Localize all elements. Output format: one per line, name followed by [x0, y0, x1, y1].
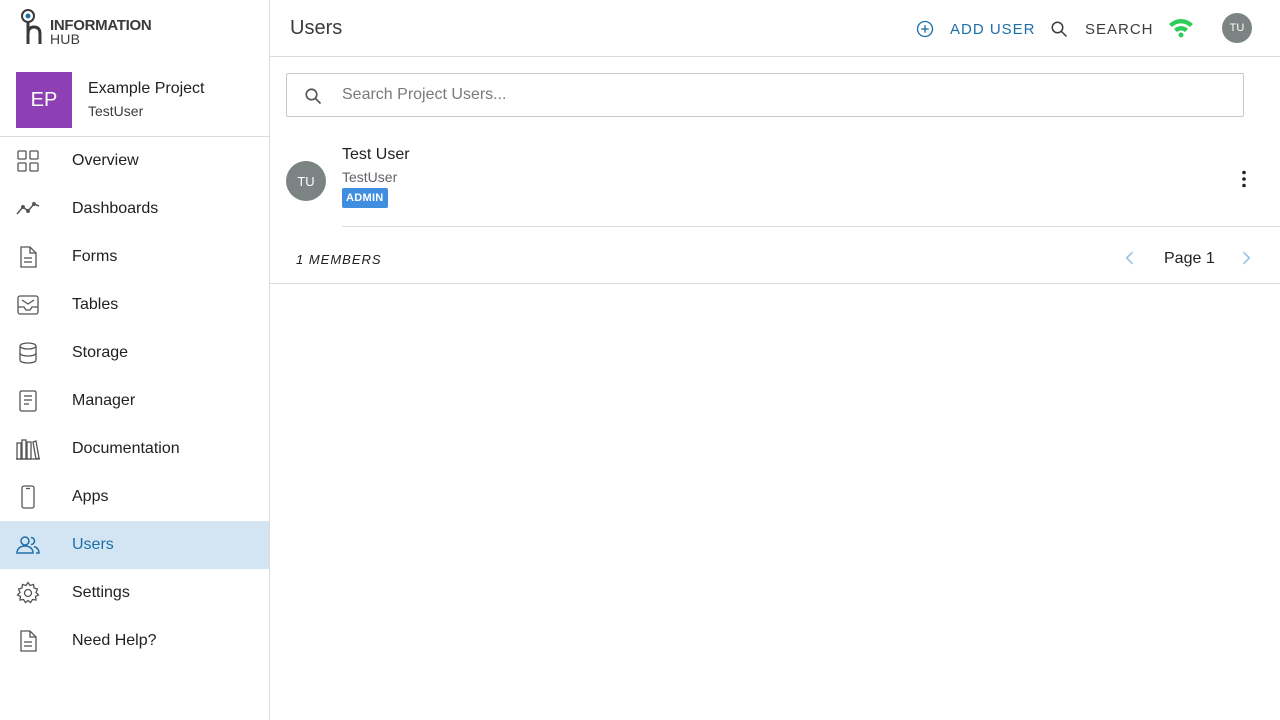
chevron-left-icon[interactable] [1120, 248, 1140, 268]
search-label: SEARCH [1085, 20, 1154, 38]
books-icon [16, 437, 40, 461]
sidebar-item-label: Settings [72, 584, 130, 601]
chevron-right-icon[interactable] [1236, 248, 1256, 268]
sidebar-item-label: Storage [72, 344, 129, 361]
sidebar-item-tables[interactable]: Tables [0, 281, 269, 329]
account-avatar[interactable]: TU [1222, 13, 1252, 43]
information-hub-logo[interactable]: INFORMATION HUB [20, 8, 160, 48]
sidebar-item-label: Forms [72, 248, 118, 265]
sidebar-item-label: Need Help? [72, 632, 157, 649]
sidebar-item-forms[interactable]: Forms [0, 233, 269, 281]
sidebar-item-settings[interactable]: Settings [0, 569, 269, 617]
page-title: Users [290, 17, 343, 39]
app-root: INFORMATION HUB EP Example Project TestU… [0, 0, 1280, 720]
project-selector[interactable]: EP Example Project TestUser [0, 72, 269, 137]
user-avatar: TU [286, 161, 326, 201]
sidebar-item-label: Tables [72, 296, 119, 313]
sidebar-item-label: Overview [72, 152, 139, 169]
project-user: TestUser [88, 103, 144, 119]
sidebar-item-apps[interactable]: Apps [0, 473, 269, 521]
search-button[interactable]: SEARCH [1050, 18, 1154, 40]
mobile-phone-icon [16, 485, 40, 509]
sidebar-item-label: Apps [72, 488, 109, 505]
sidebar-item-help[interactable]: Need Help? [0, 617, 269, 665]
add-user-label: ADD USER [950, 20, 1036, 38]
page-indicator: Page 1 [1164, 250, 1215, 267]
database-icon [16, 341, 40, 365]
grid-icon [16, 149, 40, 173]
user-search-field [286, 73, 1244, 117]
plus-circle-icon [916, 20, 934, 38]
sidebar-item-overview[interactable]: Overview [0, 137, 269, 185]
user-list-item[interactable]: TU Test User TestUser ADMIN [270, 137, 1280, 227]
pagination-bar: 1 MEMBERS Page 1 [270, 227, 1280, 284]
project-avatar: EP [16, 72, 72, 128]
role-badge: ADMIN [342, 188, 388, 208]
document-icon [16, 245, 40, 269]
search-icon [305, 88, 322, 105]
top-header: Users ADD USER SEARCH TU [270, 0, 1280, 57]
user-name: Test User [342, 146, 410, 163]
user-search-input[interactable] [342, 74, 1232, 116]
sidebar-item-documentation[interactable]: Documentation [0, 425, 269, 473]
trend-line-icon [16, 197, 40, 221]
inbox-tray-icon [16, 293, 40, 317]
gear-icon [16, 581, 40, 605]
sidebar-nav: Overview Dashboards Forms Tables Storage… [0, 137, 269, 665]
help-document-icon [16, 629, 40, 653]
sidebar: INFORMATION HUB EP Example Project TestU… [0, 0, 270, 720]
sidebar-item-label: Manager [72, 392, 136, 409]
project-name: Example Project [88, 80, 205, 97]
sidebar-item-label: Dashboards [72, 200, 159, 217]
wifi-icon [1169, 19, 1193, 38]
add-user-button[interactable]: ADD USER [916, 18, 1036, 40]
users-icon [16, 533, 40, 557]
more-vert-icon[interactable] [1232, 167, 1256, 191]
logo-text-secondary: HUB [50, 31, 81, 47]
sidebar-item-storage[interactable]: Storage [0, 329, 269, 377]
sidebar-item-users[interactable]: Users [0, 521, 269, 569]
clipboard-icon [16, 389, 40, 413]
sidebar-item-manager[interactable]: Manager [0, 377, 269, 425]
user-handle: TestUser [342, 169, 398, 185]
sidebar-item-dashboards[interactable]: Dashboards [0, 185, 269, 233]
members-count: 1 MEMBERS [296, 252, 382, 267]
sidebar-item-label: Documentation [72, 440, 180, 457]
sidebar-item-label: Users [72, 536, 114, 553]
logo-mark-icon [21, 9, 42, 44]
search-icon [1051, 21, 1068, 38]
